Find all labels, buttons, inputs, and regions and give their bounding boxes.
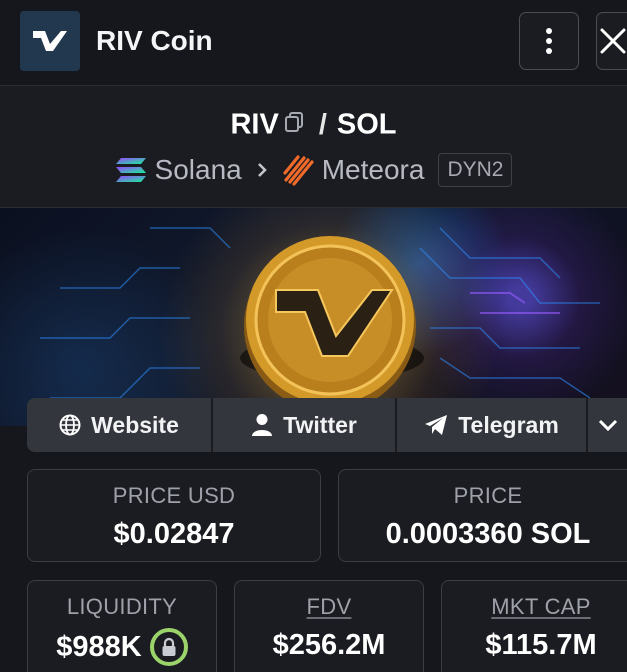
telegram-link-label: Telegram bbox=[458, 411, 559, 438]
chevron-right-icon bbox=[256, 154, 268, 186]
market-cap-label[interactable]: MKT CAP bbox=[442, 594, 627, 620]
base-token-symbol: RIV bbox=[230, 108, 279, 141]
more-options-button[interactable] bbox=[519, 12, 579, 70]
twitter-link-label: Twitter bbox=[283, 411, 357, 438]
lock-icon[interactable] bbox=[149, 628, 188, 666]
price-sol-label: PRICE bbox=[453, 483, 523, 508]
more-links-button[interactable] bbox=[588, 398, 627, 452]
close-button[interactable] bbox=[596, 12, 627, 70]
dex-version-badge: DYN2 bbox=[438, 153, 513, 187]
meteora-icon bbox=[283, 155, 314, 186]
market-cap-card: MKT CAP $115.7M bbox=[441, 580, 627, 672]
price-usd-label: PRICE USD bbox=[112, 483, 236, 508]
price-sol-card: PRICE 0.0003360 SOL bbox=[338, 469, 627, 562]
globe-icon bbox=[59, 414, 81, 436]
pair-header: RIV / SOL Solana Meteora DYN2 bbox=[0, 86, 627, 208]
website-link-button[interactable]: Website bbox=[27, 398, 213, 452]
close-icon bbox=[600, 28, 626, 54]
riv-logo-icon bbox=[20, 11, 80, 71]
social-links-bar: Website Twitter Telegram bbox=[27, 398, 627, 452]
price-sol-value: 0.0003360 SOL bbox=[385, 518, 591, 550]
user-icon bbox=[252, 414, 273, 436]
telegram-icon bbox=[425, 415, 448, 435]
liquidity-value: $988K bbox=[56, 631, 142, 663]
pair-title: RIV / SOL bbox=[0, 106, 627, 146]
telegram-link-button[interactable]: Telegram bbox=[397, 398, 588, 452]
liquidity-label: LIQUIDITY bbox=[66, 594, 178, 619]
token-banner-image bbox=[0, 208, 627, 426]
chain-dex-line: Solana Meteora DYN2 bbox=[0, 153, 627, 187]
twitter-link-button[interactable]: Twitter bbox=[213, 398, 397, 452]
copy-icon[interactable] bbox=[283, 106, 305, 142]
solana-icon bbox=[115, 158, 146, 182]
market-cap-value: $115.7M bbox=[485, 629, 597, 661]
pair-separator: / bbox=[318, 108, 327, 141]
fdv-value: $256.2M bbox=[272, 629, 386, 661]
app-title: RIV Coin bbox=[96, 25, 213, 56]
price-usd-value: $0.02847 bbox=[113, 518, 235, 550]
chevron-down-icon bbox=[598, 419, 617, 432]
chain-name[interactable]: Solana bbox=[155, 154, 242, 186]
quote-token-symbol: SOL bbox=[336, 108, 397, 141]
header-bar: RIV Coin bbox=[0, 0, 627, 86]
more-vertical-icon bbox=[546, 28, 552, 54]
liquidity-card: LIQUIDITY $988K bbox=[27, 580, 217, 672]
dex-name[interactable]: Meteora bbox=[322, 154, 425, 186]
price-usd-card: PRICE USD $0.02847 bbox=[27, 469, 321, 562]
website-link-label: Website bbox=[91, 411, 179, 438]
fdv-label[interactable]: FDV bbox=[235, 594, 423, 620]
fdv-card: FDV $256.2M bbox=[234, 580, 424, 672]
